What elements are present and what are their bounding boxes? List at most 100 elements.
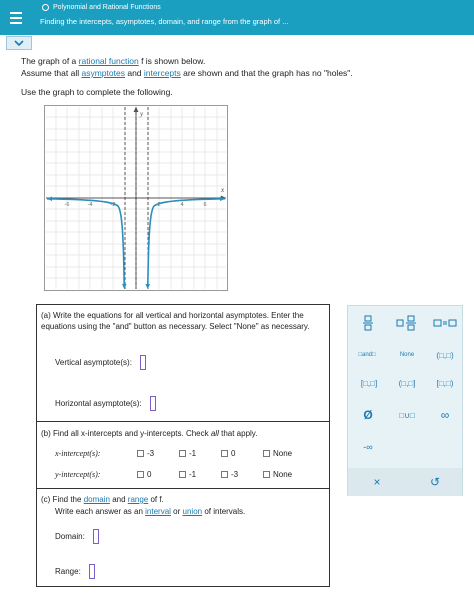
y-intercept-option[interactable]: -3 bbox=[221, 470, 238, 479]
checkbox[interactable] bbox=[137, 471, 144, 478]
part-a: (a) Write the equations for all vertical… bbox=[37, 305, 329, 422]
option-label: 0 bbox=[147, 470, 152, 479]
x-intercept-option[interactable]: 0 bbox=[221, 449, 235, 458]
interval-open-open-button[interactable]: (□,□) bbox=[428, 346, 462, 364]
mixed-number-button[interactable] bbox=[392, 312, 422, 334]
part-c-line2: Write each answer as an interval or unio… bbox=[55, 507, 245, 516]
part-c-line1: (c) Find the domain and range of f. bbox=[41, 495, 164, 504]
breadcrumb: Polynomial and Rational Functions bbox=[42, 4, 161, 11]
option-label: None bbox=[273, 470, 293, 479]
vertical-asymptote-input[interactable] bbox=[139, 355, 146, 370]
and-box-icon: □ bbox=[372, 352, 376, 358]
union-button[interactable]: □∪□ bbox=[390, 406, 424, 424]
checkbox[interactable] bbox=[263, 471, 270, 478]
and-button[interactable]: □ and □ bbox=[352, 346, 382, 364]
option-label: -1 bbox=[189, 470, 197, 479]
vertical-asymptote-label: Vertical asymptote(s): bbox=[55, 358, 132, 367]
part-c-text: Write each answer as an bbox=[55, 507, 143, 516]
none-button[interactable]: None bbox=[392, 346, 422, 364]
intro-text: and bbox=[127, 68, 142, 78]
link-union[interactable]: union bbox=[183, 507, 203, 516]
undo-button[interactable]: ↺ bbox=[424, 472, 446, 492]
part-b-text: (b) Find all x-intercepts and y-intercep… bbox=[41, 429, 257, 438]
and-text: and bbox=[361, 352, 372, 358]
fraction-icon bbox=[363, 315, 373, 331]
part-b-text-pre: (b) Find all x-intercepts and y-intercep… bbox=[41, 429, 209, 438]
link-range[interactable]: range bbox=[128, 495, 148, 504]
x-tick-label: -6 bbox=[65, 202, 70, 208]
x-intercept-option[interactable]: -3 bbox=[137, 449, 154, 458]
problem-intro: The graph of a rational function f is sh… bbox=[21, 55, 461, 79]
part-c-text: or bbox=[173, 507, 181, 516]
part-a-text: (a) Write the equations for all vertical… bbox=[41, 311, 310, 331]
menu-icon[interactable] bbox=[0, 0, 32, 35]
option-label: -3 bbox=[231, 470, 239, 479]
math-palette: □ and □ None (□,□) [□,□] (□,□] [□,□) Ø □∪□… bbox=[347, 305, 463, 496]
interval-open-closed-button[interactable]: (□,□] bbox=[390, 374, 424, 392]
top-bar: Polynomial and Rational Functions Findin… bbox=[0, 0, 474, 35]
x-tick-label: 4 bbox=[180, 202, 183, 208]
instruction-text: Use the graph to complete the following. bbox=[21, 87, 173, 97]
chevron-down-icon bbox=[14, 40, 24, 46]
fraction-button[interactable] bbox=[356, 312, 380, 334]
breadcrumb-text: Polynomial and Rational Functions bbox=[53, 4, 161, 11]
checkbox[interactable] bbox=[137, 450, 144, 457]
part-c-text: of intervals. bbox=[204, 507, 246, 516]
range-label: Range: bbox=[55, 567, 81, 576]
link-rational-function[interactable]: rational function bbox=[79, 56, 139, 66]
y-intercept-option[interactable]: 0 bbox=[137, 470, 151, 479]
option-label: -1 bbox=[189, 449, 197, 458]
intro-text: The graph of a bbox=[21, 56, 77, 66]
part-c: (c) Find the domain and range of f. Writ… bbox=[37, 489, 329, 586]
link-interval[interactable]: interval bbox=[145, 507, 171, 516]
x-tick-label: 6 bbox=[203, 202, 206, 208]
mixed-number-icon bbox=[396, 315, 416, 331]
x-tick-label: -4 bbox=[88, 202, 93, 208]
interval-closed-open-button[interactable]: [□,□) bbox=[428, 374, 462, 392]
part-b: (b) Find all x-intercepts and y-intercep… bbox=[37, 422, 329, 489]
x-intercept-label: x-intercept(s): bbox=[55, 449, 101, 458]
equals-button[interactable] bbox=[430, 312, 460, 334]
question-box: (a) Write the equations for all vertical… bbox=[36, 304, 330, 587]
interval-closed-closed-button[interactable]: [□,□] bbox=[352, 374, 386, 392]
infinity-button[interactable]: ∞ bbox=[432, 406, 458, 424]
horizontal-asymptote-input[interactable] bbox=[149, 396, 156, 411]
function-graph: x y -6 -4 -2 2 4 6 bbox=[44, 105, 228, 291]
intro-text: are shown and that the graph has no "hol… bbox=[183, 68, 353, 78]
y-intercept-option[interactable]: -1 bbox=[179, 470, 196, 479]
part-c-text: (c) Find the bbox=[41, 495, 82, 504]
horizontal-asymptote-label: Horizontal asymptote(s): bbox=[55, 399, 142, 408]
link-domain[interactable]: domain bbox=[84, 495, 110, 504]
part-c-text: of f. bbox=[150, 495, 164, 504]
range-input[interactable] bbox=[88, 564, 95, 579]
equals-icon bbox=[433, 319, 457, 327]
checkbox[interactable] bbox=[179, 450, 186, 457]
domain-label: Domain: bbox=[55, 532, 85, 541]
link-intercepts[interactable]: intercepts bbox=[144, 68, 181, 78]
option-label: None bbox=[273, 449, 293, 458]
palette-action-bar: × ↺ bbox=[348, 468, 462, 496]
option-label: -3 bbox=[147, 449, 155, 458]
x-intercept-option[interactable]: -1 bbox=[179, 449, 196, 458]
page-title: Finding the intercepts, asymptotes, doma… bbox=[40, 17, 289, 26]
negative-infinity-button[interactable]: -∞ bbox=[354, 438, 382, 456]
part-b-text-all: all bbox=[210, 429, 219, 438]
empty-set-button[interactable]: Ø bbox=[356, 406, 380, 424]
checkbox[interactable] bbox=[221, 471, 228, 478]
x-intercept-none[interactable]: None bbox=[263, 449, 292, 458]
link-asymptotes[interactable]: asymptotes bbox=[82, 68, 125, 78]
y-intercept-none[interactable]: None bbox=[263, 470, 292, 479]
option-label: 0 bbox=[231, 449, 236, 458]
intro-text: f is shown below. bbox=[141, 56, 206, 66]
domain-input[interactable] bbox=[92, 529, 99, 544]
clear-button[interactable]: × bbox=[366, 472, 388, 492]
collapse-button[interactable] bbox=[6, 36, 32, 50]
checkbox[interactable] bbox=[179, 471, 186, 478]
topic-circle-icon bbox=[42, 4, 49, 11]
part-c-text: and bbox=[112, 495, 126, 504]
part-b-text-post: that apply. bbox=[221, 429, 258, 438]
checkbox[interactable] bbox=[263, 450, 270, 457]
checkbox[interactable] bbox=[221, 450, 228, 457]
y-intercept-label: y-intercept(s): bbox=[55, 470, 101, 479]
intro-text: Assume that all bbox=[21, 68, 80, 78]
